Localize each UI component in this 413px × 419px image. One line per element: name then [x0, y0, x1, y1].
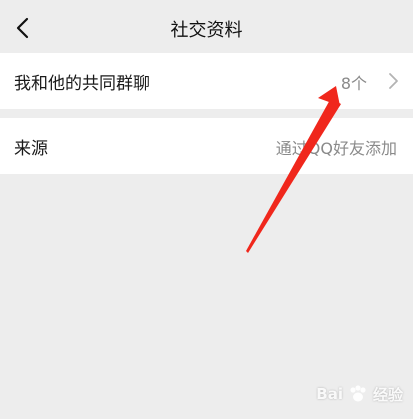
common-groups-label: 我和他的共同群聊: [14, 74, 150, 94]
common-groups-row[interactable]: 我和他的共同群聊 8个: [0, 53, 413, 109]
watermark-suffix: 经验: [372, 385, 403, 404]
chevron-right-icon: [389, 73, 398, 89]
top-navigation-bar: 社交资料: [0, 0, 413, 56]
watermark-brand: Bai: [316, 385, 343, 403]
source-row: 来源 通过QQ好友添加: [0, 118, 413, 174]
source-label: 来源: [14, 139, 48, 159]
common-groups-count: 8个: [340, 74, 367, 93]
source-value: 通过QQ好友添加: [275, 139, 397, 158]
page-title: 社交资料: [170, 20, 243, 41]
watermark: Bai 经验: [316, 379, 403, 409]
paw-icon: [350, 385, 366, 402]
